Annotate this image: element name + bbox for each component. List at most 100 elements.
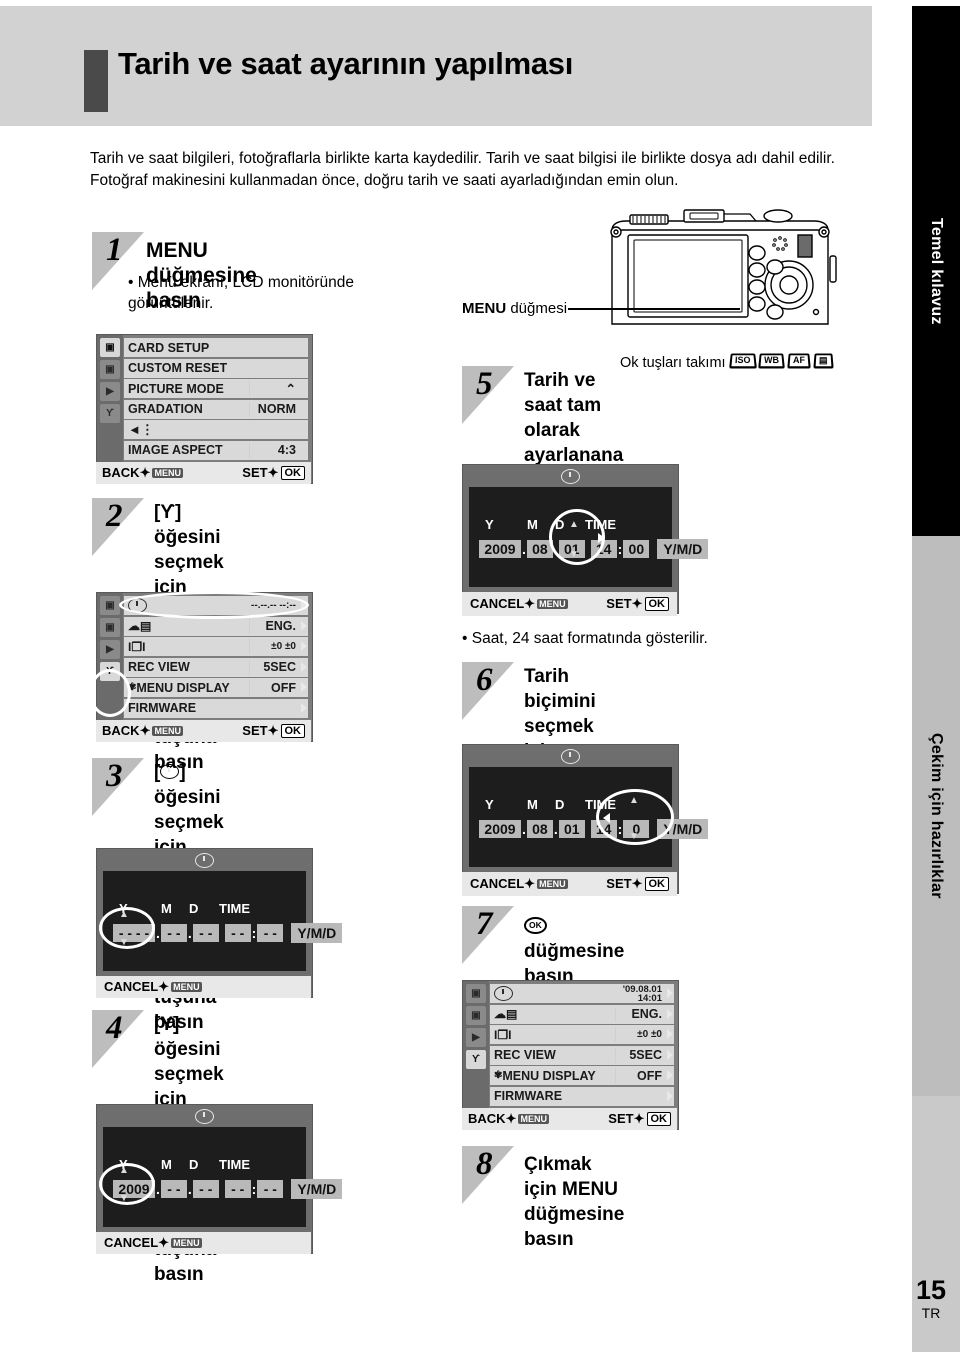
date-format-footer: CANCEL✦ MENU SET✦ OK — [462, 872, 677, 896]
month-field[interactable]: - - — [160, 924, 187, 942]
day-field[interactable]: 01 — [558, 820, 585, 838]
title-accent-bar — [84, 50, 108, 112]
step-4-line1: [Y] öğesini seçmek için — [154, 1014, 224, 1110]
step-2-line1: [ϒ] [ ] öğesini seçmek içinöğesini seçme… — [154, 502, 224, 598]
tab-camera-2[interactable]: ▣ — [466, 1006, 486, 1025]
chevron-right-icon — [667, 1029, 673, 1039]
step-8-line1-bold: MENU — [562, 1179, 618, 1200]
menu-row-menu-display-value: OFF — [637, 1068, 662, 1083]
menu-button-callout-bold: MENU — [462, 300, 507, 317]
menu-row-monitor[interactable]: I❐I ±0 ±0 — [124, 637, 308, 656]
date-empty-outer-footer: CANCEL✦ MENU — [96, 976, 311, 998]
step-3-number: 3 — [106, 758, 123, 794]
step-8-number-badge: 8 — [462, 1146, 514, 1204]
label-month: M — [527, 797, 538, 812]
up-arrow-icon: ▲ — [119, 909, 129, 920]
setup-menu-back: BACK✦ MENU — [102, 723, 183, 738]
menu-row-image-aspect[interactable]: IMAGE ASPECT 4:3 — [124, 440, 308, 460]
ok-key-icon[interactable]: OK — [524, 917, 547, 934]
date-empty-cancel-outer: CANCEL✦ MENU — [104, 979, 202, 994]
menu-row-date-time[interactable]: '09.08.01 14:01 — [490, 984, 674, 1003]
date-time-clock-header — [463, 465, 678, 487]
step-8-text: Çıkmak için MENU düğmesine basın — [524, 1152, 624, 1252]
minute-field[interactable]: 00 — [623, 540, 650, 558]
tab-setup-wrench[interactable]: ϒ — [466, 1050, 486, 1069]
highlight-ellipse-wrench-tab — [89, 669, 131, 717]
setup-menu-tab-strip: ▣ ▣ ▶ ϒ — [97, 593, 123, 741]
gear-icon: ✾ — [494, 1070, 503, 1081]
wb-key-icon[interactable]: WB — [758, 353, 786, 369]
tab-setup-wrench[interactable]: ϒ — [100, 404, 120, 423]
menu-row-card-setup[interactable]: CARD SETUP — [124, 338, 308, 357]
hour-field[interactable]: - - — [224, 1180, 251, 1198]
setup-menu-empty-footer: BACK✦ MENU SET✦ OK — [96, 720, 311, 742]
menu-row-quality[interactable]: ◄⋮ — [124, 420, 308, 439]
tab-playback[interactable]: ▶ — [100, 640, 120, 659]
menu-row-language[interactable]: ☁▤ ENG. — [490, 1004, 674, 1024]
menu-row-firmware[interactable]: FIRMWARE — [124, 698, 308, 718]
iso-key-icon[interactable]: ISO — [728, 353, 757, 369]
menu-row-rec-view[interactable]: REC VIEW 5SEC — [490, 1045, 674, 1065]
sidebar-tab-basic-guide[interactable]: Temel kılavuz — [912, 6, 960, 536]
clock-icon — [561, 748, 580, 764]
menu-row-menu-display[interactable]: ✾ MENU DISPLAY OFF — [490, 1066, 674, 1085]
af-key-icon[interactable]: AF — [787, 353, 811, 369]
setup-menu-set: SET✦ OK — [242, 723, 305, 739]
menu-row-menu-display-label: MENU DISPLAY — [502, 1068, 596, 1083]
tab-camera-2[interactable]: ▣ — [100, 618, 120, 637]
date-format-field[interactable]: Y/M/D — [291, 923, 343, 943]
menu-row-monitor[interactable]: I❐I ±0 ±0 — [490, 1025, 674, 1044]
down-arrow-icon: ▼ — [569, 549, 579, 560]
shooting-menu-tab-strip: ▣ ▣ ▶ ϒ — [97, 335, 123, 483]
date-format-field[interactable]: Y/M/D — [291, 1179, 343, 1199]
menu-row-menu-display[interactable]: ✾ MENU DISPLAY OFF — [124, 678, 308, 697]
arrow-pad-caption-text: Ok tuşları takımı — [620, 355, 726, 371]
year-field[interactable]: 2009 — [479, 820, 521, 838]
menu-row-gradation[interactable]: GRADATION NORM — [124, 399, 308, 419]
menu-key-icon[interactable]: ▤ — [813, 353, 834, 369]
menu-row-picture-mode-label: PICTURE MODE — [128, 381, 224, 396]
page-title: Tarih ve saat ayarının yapılması — [118, 46, 574, 81]
step-4-number: 4 — [106, 1010, 123, 1046]
menu-row-rec-view[interactable]: REC VIEW 5SEC — [124, 657, 308, 677]
tab-playback[interactable]: ▶ — [100, 382, 120, 401]
label-year: Y — [485, 797, 494, 812]
menu-row-language-value: ENG. — [265, 619, 296, 633]
step-7-number: 7 — [476, 906, 493, 942]
menu-row-image-aspect-value: 4:3 — [277, 443, 296, 457]
minute-field[interactable]: - - — [257, 1180, 284, 1198]
date-format-field[interactable]: Y/M/D — [657, 539, 709, 559]
up-arrow-icon: ▲ — [569, 519, 579, 530]
date-time-set: SET✦ OK — [606, 596, 669, 612]
sidebar-tab-shooting-prep[interactable]: Çekim için hazırlıklar — [912, 536, 960, 1096]
down-arrow-icon: ▼ — [119, 1193, 129, 1204]
tab-camera-1[interactable]: ▣ — [100, 596, 120, 615]
step-2-number: 2 — [106, 498, 123, 534]
step-6-number: 6 — [476, 662, 493, 698]
menu-row-firmware[interactable]: FIRMWARE — [490, 1086, 674, 1106]
language-icon: ☁▤ — [128, 619, 152, 633]
month-field[interactable]: - - — [160, 1180, 187, 1198]
day-field[interactable]: - - — [192, 1180, 219, 1198]
minute-field[interactable]: - - — [257, 924, 284, 942]
sidebar-tab-shooting-prep-label: Çekim için hazırlıklar — [928, 733, 945, 899]
tab-camera-1[interactable]: ▣ — [100, 338, 120, 357]
time-separator: : — [251, 925, 257, 941]
step-1-title-bold: MENU — [146, 239, 208, 262]
hour-field[interactable]: - - — [224, 924, 251, 942]
month-field[interactable]: 08 — [526, 820, 553, 838]
label-year: Y — [485, 517, 494, 532]
year-field[interactable]: 2009 — [479, 540, 521, 558]
clock-icon — [160, 764, 180, 779]
menu-row-language[interactable]: ☁▤ ENG. — [124, 616, 308, 636]
tab-camera-1[interactable]: ▣ — [466, 984, 486, 1003]
date-empty-clock-header — [97, 849, 312, 871]
menu-row-picture-mode[interactable]: PICTURE MODE ⌃ — [124, 379, 308, 398]
time-separator: : — [251, 1181, 257, 1197]
tab-camera-2[interactable]: ▣ — [100, 360, 120, 379]
step-2-number-badge: 2 — [92, 498, 144, 556]
menu-row-divider — [249, 680, 250, 695]
menu-row-custom-reset[interactable]: CUSTOM RESET — [124, 358, 308, 378]
day-field[interactable]: - - — [192, 924, 219, 942]
tab-playback[interactable]: ▶ — [466, 1028, 486, 1047]
